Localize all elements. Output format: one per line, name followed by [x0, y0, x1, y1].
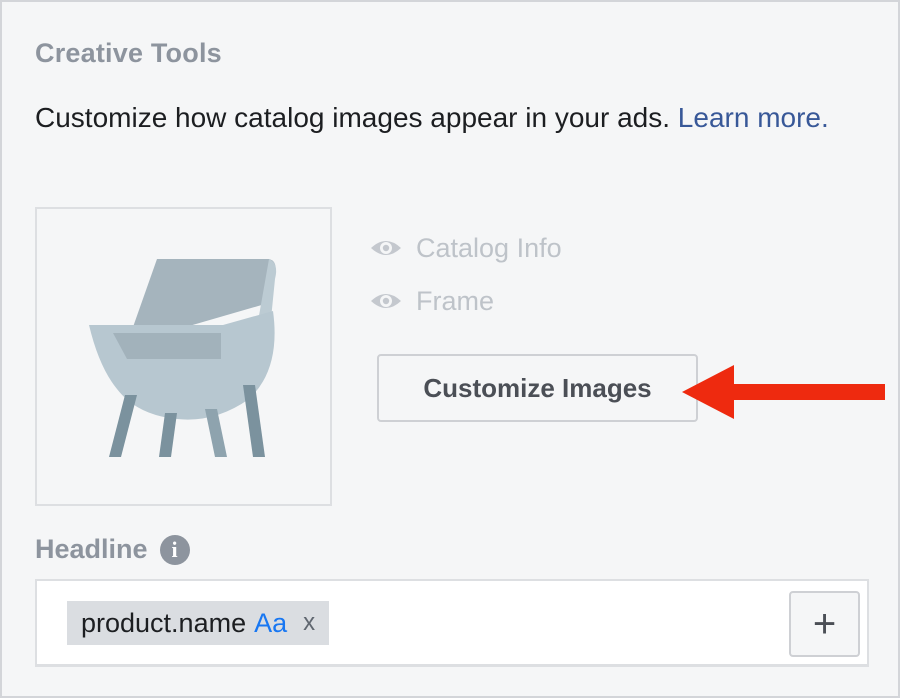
- learn-more-link[interactable]: Learn more.: [678, 102, 829, 133]
- toggle-catalog-info-label: Catalog Info: [416, 232, 562, 263]
- red-arrow-annotation-icon: [682, 365, 885, 419]
- dynamic-token[interactable]: product.name Aa x: [67, 601, 330, 645]
- token-text: product.name: [81, 607, 247, 638]
- customize-images-button[interactable]: Customize Images: [377, 354, 698, 422]
- section-title: Creative Tools: [35, 38, 222, 68]
- text-case-icon[interactable]: Aa: [254, 608, 287, 639]
- headline-label: Headline: [35, 534, 148, 564]
- headline-label-row: Headline i: [35, 534, 190, 565]
- toggle-frame-label: Frame: [416, 285, 495, 316]
- toggle-frame[interactable]: Frame: [370, 283, 494, 319]
- creative-tools-panel: Creative Tools Customize how catalog ima…: [0, 0, 900, 698]
- info-icon[interactable]: i: [159, 534, 190, 565]
- eye-icon: [371, 241, 401, 255]
- headline-input[interactable]: product.name Aa x +: [35, 579, 869, 667]
- add-field-button[interactable]: +: [789, 591, 860, 657]
- description-text: Customize how catalog images appear in y…: [35, 102, 671, 133]
- chair-image: [89, 259, 277, 457]
- section-description: Customize how catalog images appear in y…: [35, 96, 865, 139]
- remove-token-icon[interactable]: x: [303, 609, 315, 637]
- catalog-image-preview: [35, 207, 332, 506]
- eye-icon: [371, 294, 401, 308]
- toggle-catalog-info[interactable]: Catalog Info: [370, 230, 562, 266]
